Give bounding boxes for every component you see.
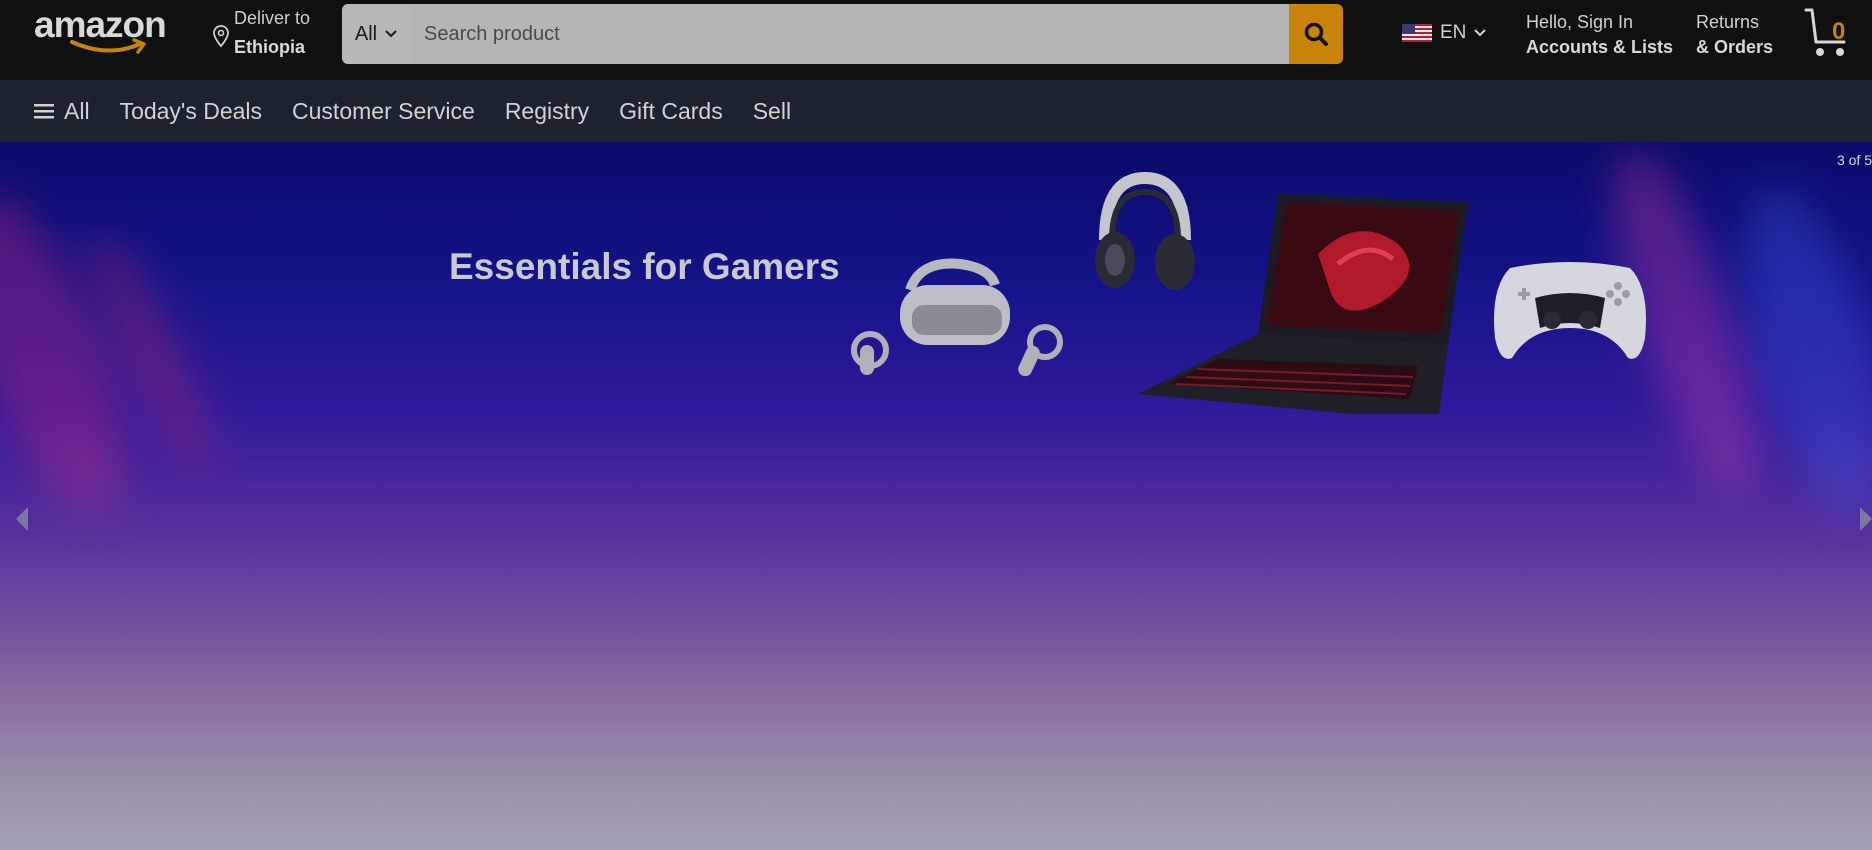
search-icon [1304,22,1328,46]
nav-item-registry[interactable]: Registry [505,98,589,125]
search-category-select[interactable]: All [342,4,410,64]
top-header: amazon Deliver to Ethiopia All Search pr… [0,0,1872,80]
returns-label: Returns [1696,12,1760,32]
language-selector[interactable]: EN [1402,22,1487,44]
game-controller-image [1494,262,1646,359]
nav-bar: All Today's Deals Customer Service Regis… [0,80,1872,142]
nav-item-label: All [64,97,90,124]
deliver-to[interactable]: Deliver to Ethiopia [212,8,310,58]
nav-all-menu[interactable]: All [34,98,90,125]
amazon-logo[interactable]: amazon [34,4,184,60]
us-flag-icon [1402,24,1432,42]
deliver-label: Deliver to [234,8,311,28]
nav-item-gift-cards[interactable]: Gift Cards [619,98,723,125]
cart-button[interactable]: 0 [1804,8,1856,60]
search-bar: All [342,4,1343,64]
returns-orders[interactable]: Returns & Orders [1696,12,1773,58]
location-pin-icon [213,25,229,48]
orders-label: & Orders [1696,37,1774,57]
hamburger-menu-icon [34,104,54,119]
nav-item-customer-service[interactable]: Customer Service [292,98,475,125]
search-button[interactable] [1289,4,1343,64]
language-label: EN [1440,22,1467,43]
vr-headset-image [851,258,1063,377]
cart-icon [1804,8,1846,56]
carousel-pager: 3 of 5 [1836,152,1872,168]
account-label: Accounts & Lists [1526,37,1674,57]
cart-count: 0 [1832,18,1846,45]
deliver-location: Ethiopia [234,37,305,57]
account-menu[interactable]: Hello, Sign In Accounts & Lists [1526,12,1673,58]
nav-item-todays-deals[interactable]: Today's Deals [120,98,262,125]
hero-carousel: 3 of 5 Essentials for Gamers [0,142,1872,850]
hero-title: Essentials for Gamers [449,246,840,287]
laptop-image [1138,194,1468,414]
search-input[interactable] [410,4,1289,64]
chevron-down-icon [385,30,397,38]
search-category-label: All [354,22,378,45]
chevron-down-icon [1474,29,1487,37]
carousel-next-button[interactable] [1860,507,1872,531]
logo-smile-icon [70,38,146,54]
nav-item-sell[interactable]: Sell [753,98,791,125]
carousel-prev-button[interactable] [16,507,28,531]
account-greeting: Hello, Sign In [1526,12,1634,32]
